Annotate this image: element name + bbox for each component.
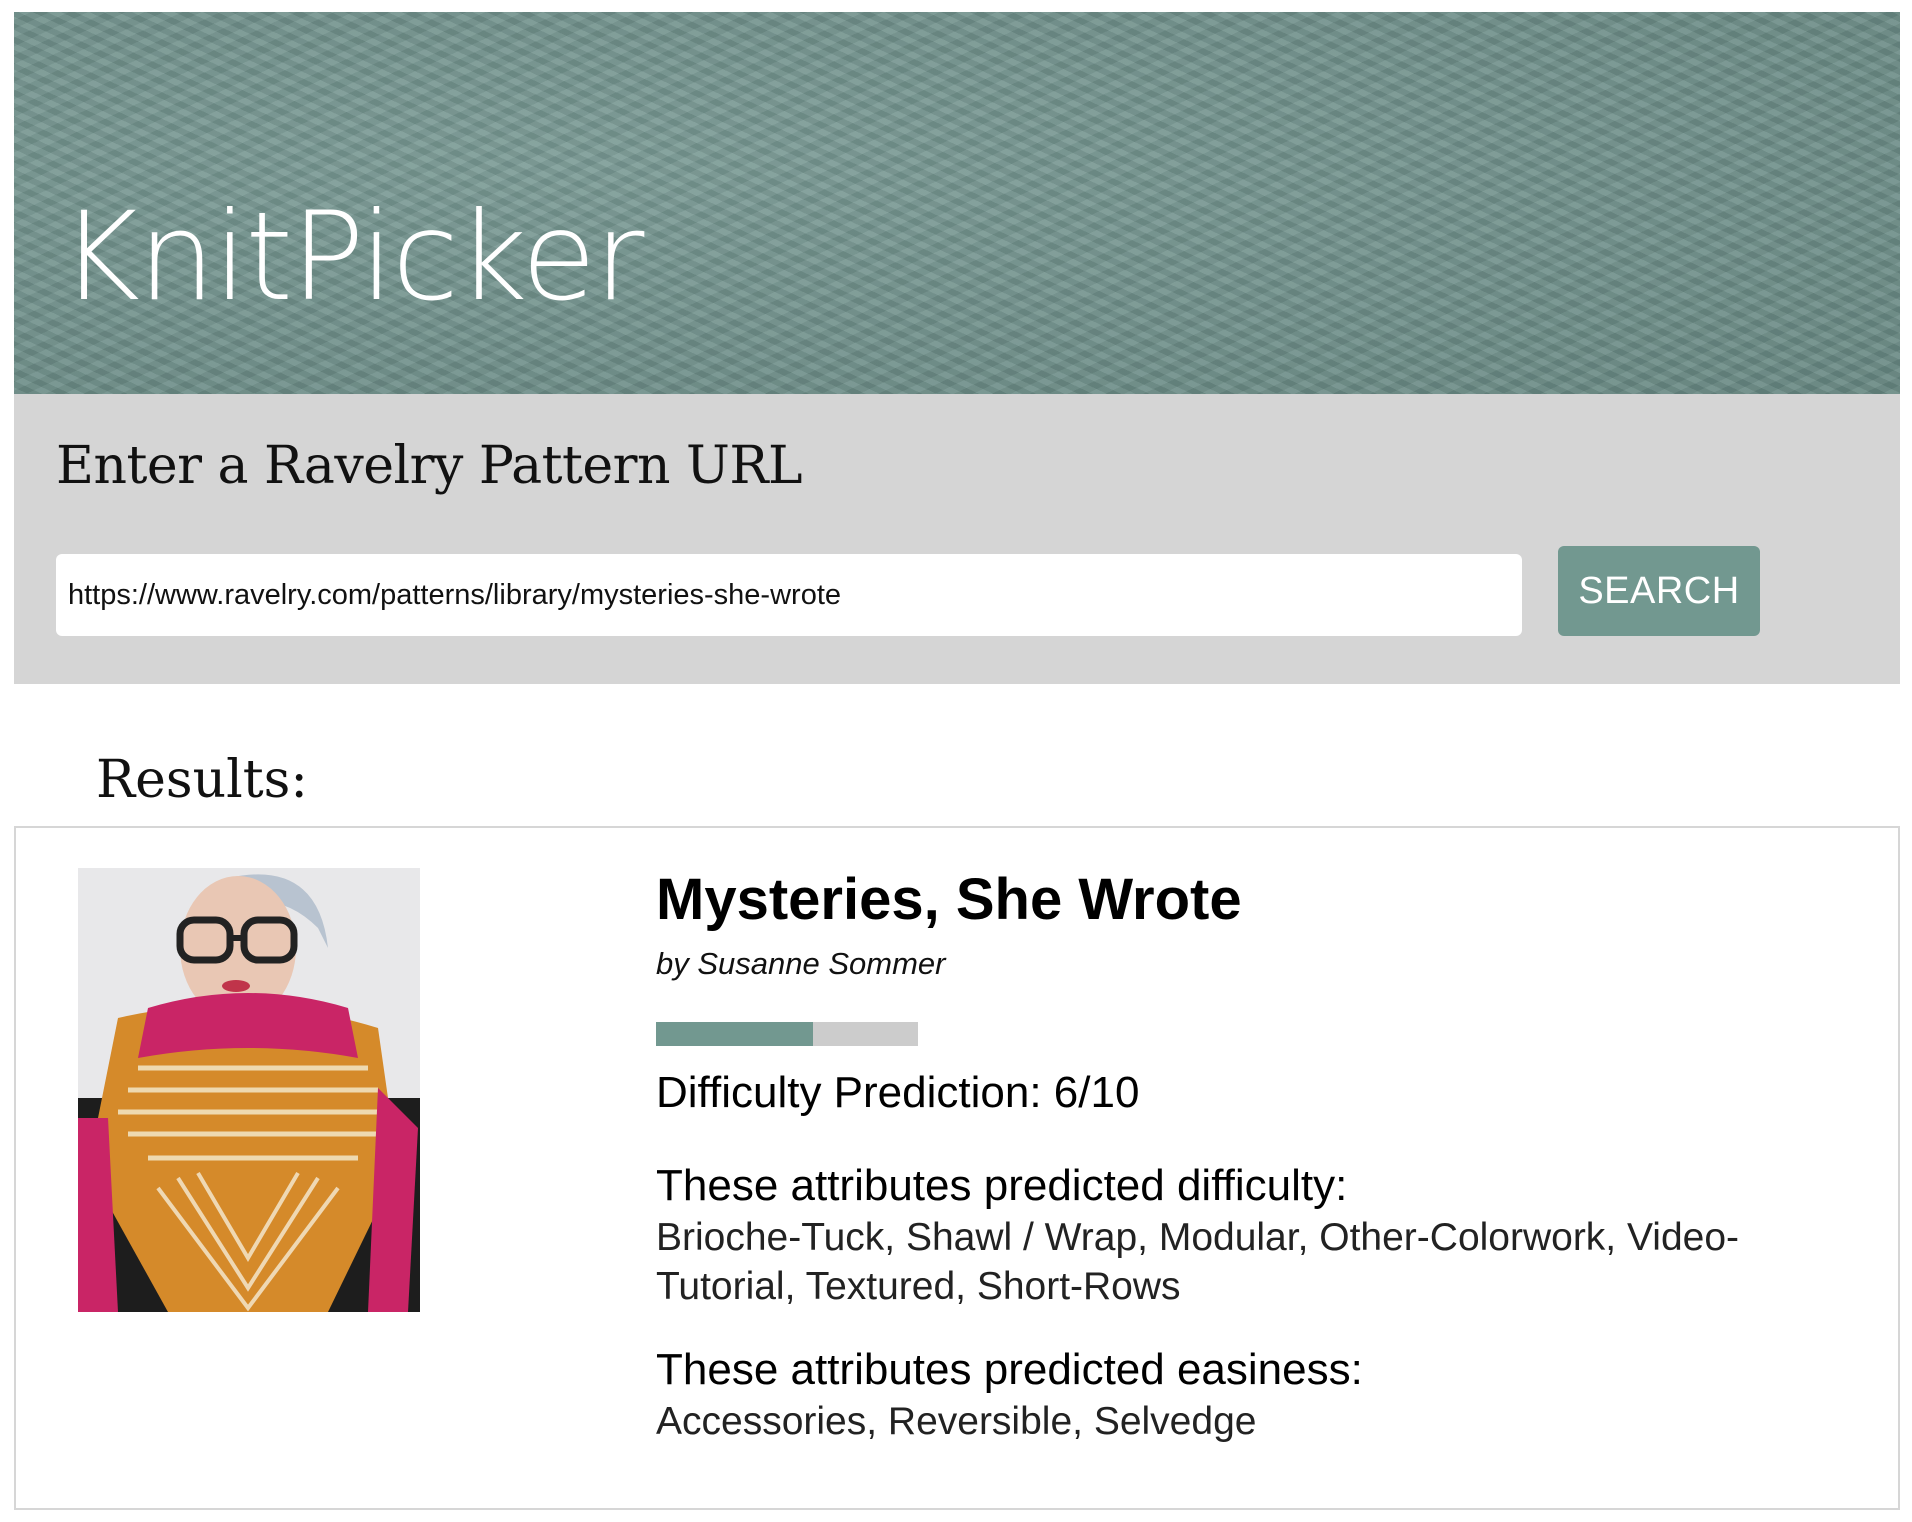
header-banner: KnitPicker [14, 12, 1900, 394]
results-label: Results: [96, 750, 308, 810]
pattern-info: Mysteries, She Wrote by Susanne Sommer D… [656, 868, 1776, 1447]
difficulty-attributes-heading: These attributes predicted difficulty: [656, 1160, 1348, 1210]
result-card: Mysteries, She Wrote by Susanne Sommer D… [14, 826, 1900, 1510]
difficulty-prediction: Difficulty Prediction: 6/10 [656, 1067, 1140, 1117]
difficulty-bar [656, 1021, 918, 1046]
app-logo-text: KnitPicker [60, 186, 644, 328]
search-panel: Enter a Ravelry Pattern URL SEARCH [14, 394, 1900, 684]
difficulty-attributes-list: Brioche-Tuck, Shawl / Wrap, Modular, Oth… [656, 1216, 1740, 1308]
pattern-photo[interactable] [78, 868, 420, 1312]
page: KnitPicker Enter a Ravelry Pattern URL S… [0, 0, 1912, 1522]
search-heading: Enter a Ravelry Pattern URL [56, 436, 803, 496]
search-button[interactable]: SEARCH [1558, 546, 1760, 636]
easiness-attributes-heading: These attributes predicted easiness: [656, 1344, 1363, 1394]
difficulty-bar-fill [656, 1021, 814, 1046]
easiness-attributes-list: Accessories, Reversible, Selvedge [656, 1400, 1257, 1444]
pattern-url-input[interactable] [56, 554, 1522, 636]
pattern-author: by Susanne Sommer [656, 945, 946, 981]
pattern-title[interactable]: Mysteries, She Wrote [656, 868, 1776, 932]
